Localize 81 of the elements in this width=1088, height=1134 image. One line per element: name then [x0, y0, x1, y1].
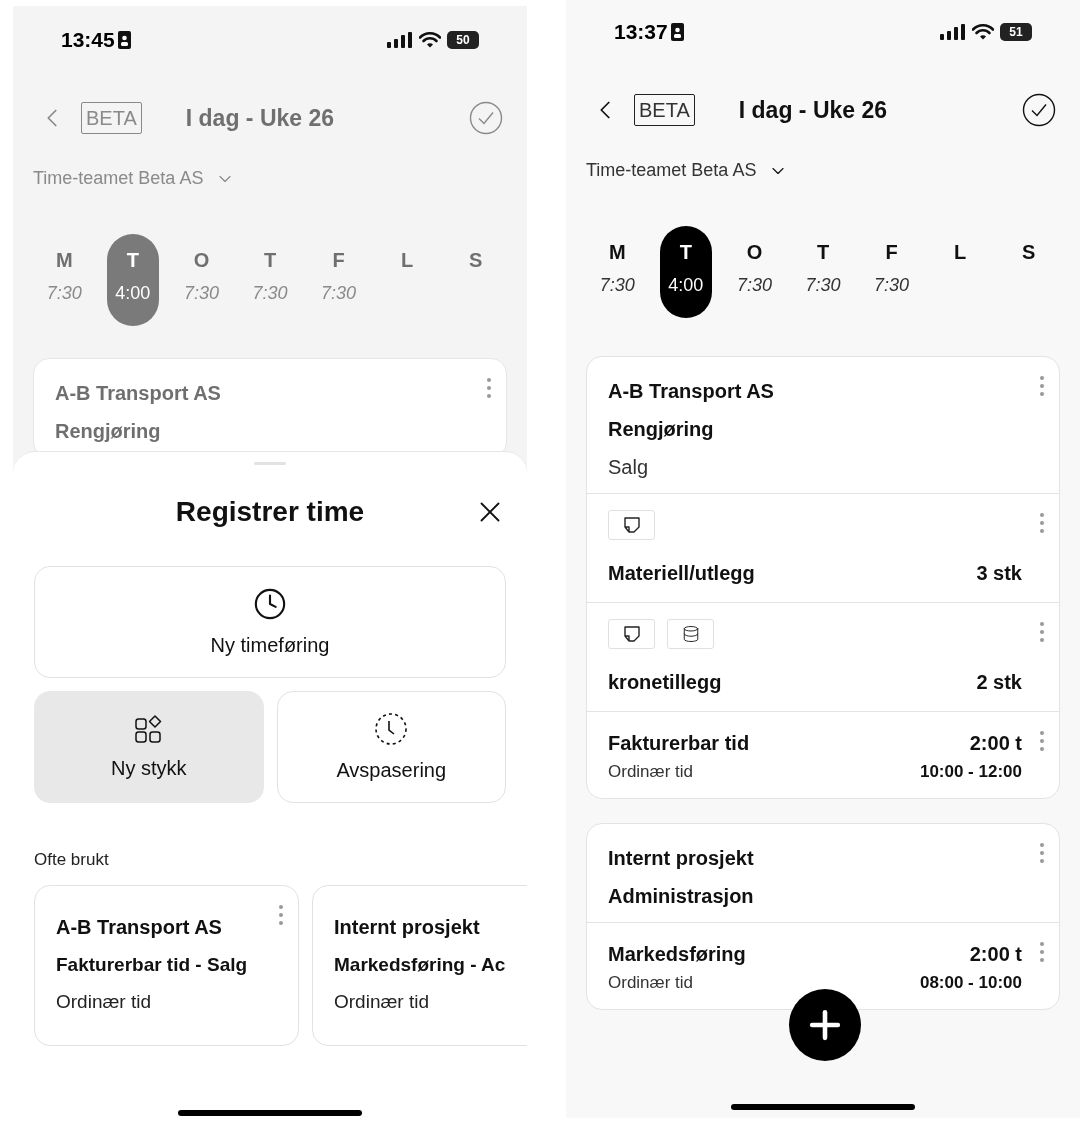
- action-button[interactable]: Avspasering: [276, 691, 506, 803]
- item-title: kronetillegg: [608, 670, 722, 695]
- battery-indicator: 51: [1000, 23, 1032, 41]
- beta-badge: BETA: [81, 102, 142, 134]
- attachment-chip[interactable]: [608, 510, 655, 540]
- day-tab[interactable]: S: [1002, 226, 1055, 318]
- item-title: Materiell/utlegg: [608, 561, 755, 586]
- client-name: A-B Transport AS: [55, 381, 222, 406]
- day-tab[interactable]: T 4:00: [659, 226, 712, 318]
- more-options-icon[interactable]: [1039, 621, 1045, 643]
- client-name: Internt prosjekt: [334, 914, 480, 940]
- more-options-icon[interactable]: [278, 903, 284, 926]
- dashed-clock-icon: [374, 712, 409, 746]
- recent-entry-card[interactable]: Internt prosjekt Markedsføring - Ac Ordinær tid: [312, 884, 527, 1046]
- day-tab[interactable]: M 7:30: [38, 234, 91, 326]
- recent-entry-card[interactable]: A-B Transport AS Fakturerbar tid - Salg Ordinær tid: [34, 884, 299, 1046]
- day-tab[interactable]: L: [934, 226, 987, 318]
- id-card-icon: [117, 31, 131, 49]
- entry-time-range: 08:00 - 10:00: [919, 972, 1022, 994]
- entry-type: Ordinær tid: [608, 761, 694, 783]
- entry-duration: 2:00 t: [969, 942, 1022, 967]
- client-name: A-B Transport AS: [56, 914, 222, 940]
- section-label: Ofte brukt: [33, 849, 110, 871]
- entry-type: Ordinær tid: [56, 989, 152, 1014]
- entry-duration: 2:00 t: [969, 731, 1022, 756]
- project-name: Rengjøring: [608, 417, 715, 442]
- day-tab[interactable]: T 7:30: [797, 226, 849, 318]
- entry-type: Ordinær tid: [334, 989, 430, 1014]
- client-name: A-B Transport AS: [608, 379, 775, 404]
- status-time: 13:45: [61, 27, 115, 54]
- item-amount: 3 stk: [976, 561, 1022, 586]
- more-options-icon[interactable]: [486, 377, 492, 399]
- note-icon: [622, 625, 641, 643]
- day-tab[interactable]: L: [381, 234, 434, 326]
- day-tab[interactable]: T 4:00: [106, 234, 159, 326]
- more-options-icon[interactable]: [1039, 375, 1045, 397]
- coin-stack-icon: [681, 625, 700, 643]
- day-tab[interactable]: M 7:30: [591, 226, 644, 318]
- note-icon: [622, 516, 641, 534]
- activity-name: Markedsføring - Ac: [334, 952, 506, 977]
- more-options-icon[interactable]: [1039, 730, 1045, 752]
- entry-time-range: 10:00 - 12:00: [919, 761, 1022, 783]
- wifi-icon: [419, 32, 441, 48]
- page-title: I dag - Uke 26: [738, 95, 888, 125]
- task-name: Salg: [608, 455, 650, 480]
- entry-type: Ordinær tid: [608, 972, 694, 994]
- more-options-icon[interactable]: [1039, 512, 1045, 534]
- day-tab[interactable]: F 7:30: [312, 234, 365, 326]
- check-circle-icon[interactable]: [1022, 93, 1056, 127]
- action-button[interactable]: Ny timeføring: [34, 566, 506, 678]
- more-options-icon[interactable]: [1039, 842, 1045, 864]
- sheet-title: Registrer time: [175, 495, 365, 529]
- clock-icon: [253, 587, 287, 621]
- status-time: 13:37: [614, 19, 668, 46]
- company-name: Time-teamet Beta AS: [586, 159, 757, 182]
- client-name: Internt prosjekt: [608, 846, 755, 871]
- activity-name: Fakturerbar tid - Salg: [56, 952, 248, 977]
- day-tab[interactable]: S: [449, 234, 502, 326]
- project-name: Administrasjon: [608, 884, 755, 909]
- page-title: I dag - Uke 26: [185, 103, 335, 133]
- entry-title: Markedsføring: [608, 942, 746, 967]
- wifi-icon: [972, 24, 994, 40]
- id-card-icon: [670, 23, 684, 41]
- day-tab[interactable]: F 7:30: [865, 226, 918, 318]
- more-options-icon[interactable]: [1039, 941, 1045, 963]
- check-circle-icon[interactable]: [469, 101, 503, 135]
- day-tab[interactable]: O 7:30: [175, 234, 228, 326]
- company-name: Time-teamet Beta AS: [33, 167, 204, 190]
- entry-title: Fakturerbar tid: [608, 731, 750, 756]
- beta-badge: BETA: [634, 94, 695, 126]
- shapes-icon: [133, 714, 164, 744]
- item-amount: 2 stk: [976, 670, 1022, 695]
- day-tab[interactable]: T 7:30: [244, 234, 296, 326]
- day-tab[interactable]: O 7:30: [728, 226, 781, 318]
- battery-indicator: 50: [447, 31, 479, 49]
- action-button[interactable]: Ny stykk: [34, 691, 264, 803]
- attachment-chip[interactable]: [667, 619, 714, 649]
- signal-icon: [940, 24, 966, 40]
- attachment-chip[interactable]: [608, 619, 655, 649]
- signal-icon: [387, 32, 413, 48]
- project-name: Rengjøring: [55, 419, 162, 444]
